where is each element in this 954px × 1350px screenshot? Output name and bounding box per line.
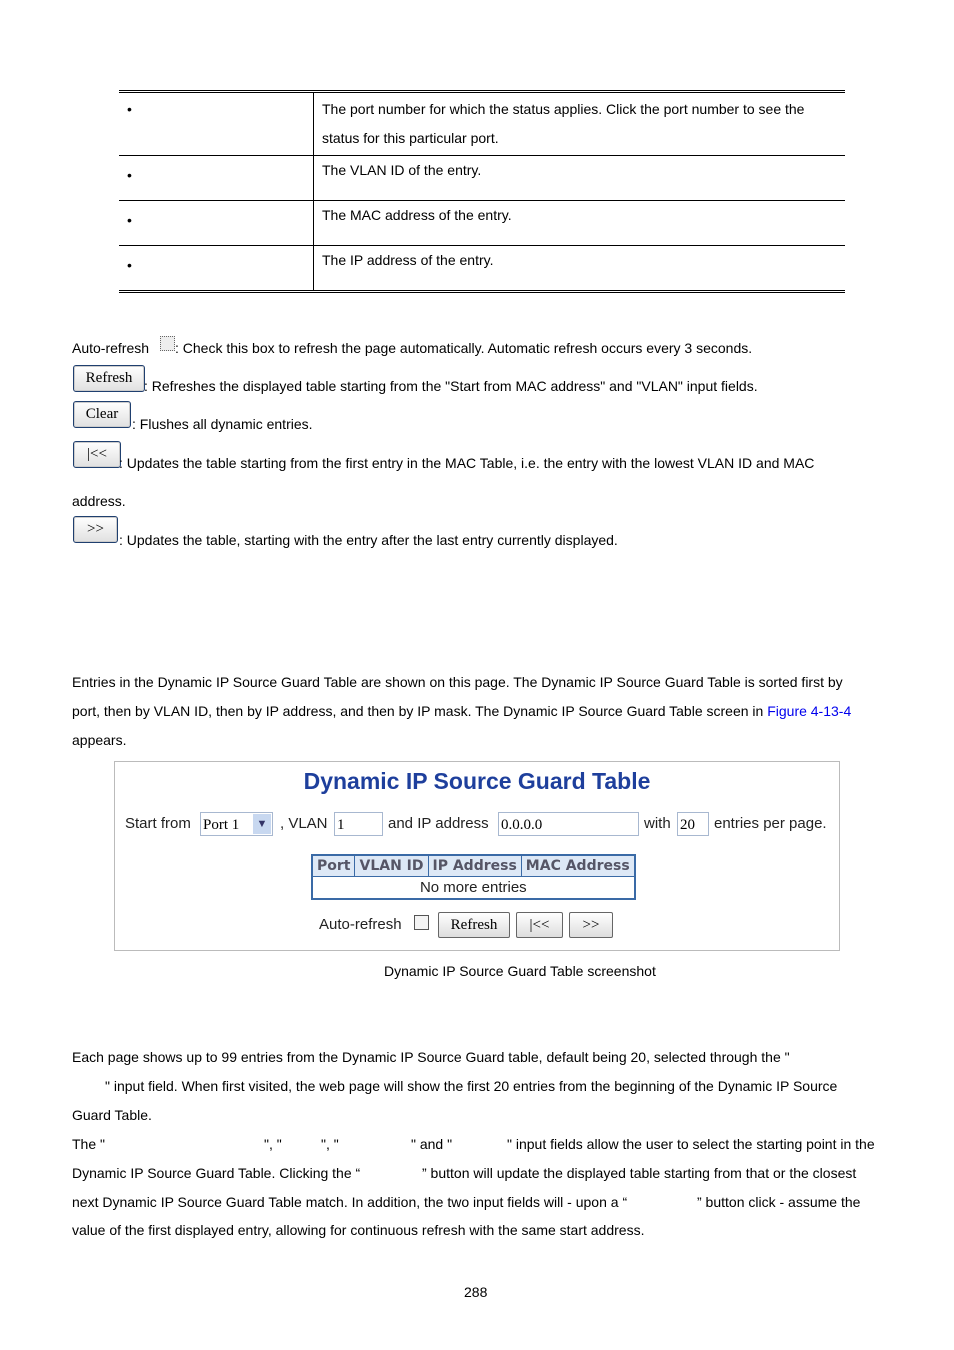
next-desc: : Updates the table, starting with the e…	[119, 532, 618, 548]
column-header: MAC Address	[520, 854, 636, 877]
first-page-button[interactable]: |<<	[73, 441, 121, 468]
body-line: value of the first displayed entry, allo…	[72, 1222, 645, 1238]
figure-link[interactable]: Figure 4-13-4	[767, 703, 851, 719]
first-desc: : Updates the table starting from the fi…	[119, 455, 815, 471]
next-page-button[interactable]: >>	[73, 516, 118, 543]
refresh-button[interactable]: Refresh	[73, 365, 145, 392]
body-text: " and "	[411, 1136, 453, 1152]
ip-label: and IP address	[388, 815, 489, 832]
entries-per-page-input[interactable]: 20	[677, 812, 709, 836]
body-text: ” button will update the displayed table…	[422, 1165, 857, 1181]
bullet: •	[119, 245, 314, 292]
intro-line: port, then by VLAN ID, then by IP addres…	[72, 703, 851, 719]
refresh-desc: : Refreshes the displayed table starting…	[144, 378, 758, 394]
bullet: •	[119, 155, 314, 201]
description: The VLAN ID of the entry.	[313, 155, 845, 201]
body-text: " input fields allow the user to select …	[507, 1136, 875, 1152]
column-header: VLAN ID	[354, 854, 429, 877]
refresh-button[interactable]: Refresh	[438, 912, 510, 938]
body-text: The "	[72, 1136, 105, 1152]
figure-caption: Dynamic IP Source Guard Table screenshot	[384, 963, 656, 979]
table-row: • The port number for which the status ap…	[119, 91, 845, 156]
panel-title: Dynamic IP Source Guard Table	[303, 768, 651, 794]
table-row: • The IP address of the entry.	[119, 245, 845, 292]
first-desc-cont: address.	[72, 493, 126, 509]
ip-input[interactable]: 0.0.0.0	[498, 812, 639, 836]
body-line: Each page shows up to 99 entries from th…	[72, 1049, 790, 1065]
port-select[interactable]: Port 1 ▼	[200, 812, 273, 836]
table-row: • The VLAN ID of the entry.	[119, 155, 845, 201]
intro-line: appears.	[72, 732, 127, 748]
auto-refresh-desc: : Check this box to refresh the page aut…	[175, 340, 753, 356]
first-page-button[interactable]: |<<	[516, 912, 563, 938]
body-text: next Dynamic IP Source Guard Table match…	[72, 1194, 628, 1210]
auto-refresh-label: Auto-refresh	[72, 340, 150, 356]
auto-refresh-label: Auto-refresh	[319, 916, 402, 933]
description: The MAC address of the entry.	[313, 200, 845, 246]
next-page-button[interactable]: >>	[569, 912, 613, 938]
intro-line: Entries in the Dynamic IP Source Guard T…	[72, 674, 843, 690]
screenshot-panel: Dynamic IP Source Guard Table Start from…	[114, 761, 840, 951]
field-description-table: • The port number for which the status ap…	[119, 90, 845, 293]
clear-desc: : Flushes all dynamic entries.	[132, 416, 313, 432]
entries-label: entries per page.	[714, 815, 827, 832]
bullet: •	[119, 200, 314, 246]
body-text: ", "	[321, 1136, 339, 1152]
body-line: Guard Table.	[72, 1107, 152, 1123]
body-line: " input field. When first visited, the w…	[105, 1078, 838, 1094]
document-page: • The port number for which the status ap…	[0, 0, 954, 1350]
ip-source-guard-table: Port VLAN ID IP Address MAC Address No more…	[311, 854, 636, 900]
auto-refresh-checkbox[interactable]	[160, 336, 175, 351]
port-value: Port 1	[203, 817, 240, 833]
chevron-down-icon: ▼	[253, 814, 271, 834]
column-header: Port	[311, 854, 356, 877]
body-text: Dynamic IP Source Guard Table. Clicking …	[72, 1165, 361, 1181]
with-label: with	[644, 815, 671, 832]
table-row: • The MAC address of the entry.	[119, 200, 845, 246]
clear-button[interactable]: Clear	[73, 401, 131, 428]
start-from-label: Start from	[125, 815, 191, 832]
description: The IP address of the entry.	[313, 245, 845, 292]
vlan-input[interactable]: 1	[334, 812, 383, 836]
intro-text: port, then by VLAN ID, then by IP addres…	[72, 703, 768, 719]
body-text: ” button click - assume the	[697, 1194, 861, 1210]
bullet: •	[119, 91, 314, 156]
empty-message: No more entries	[419, 879, 527, 896]
auto-refresh-checkbox[interactable]	[414, 915, 429, 930]
description: The port number for which the status app…	[313, 91, 845, 156]
body-text: ", "	[264, 1136, 282, 1152]
column-header: IP Address	[427, 854, 522, 877]
page-number: 288	[464, 1284, 488, 1300]
vlan-label: , VLAN	[280, 815, 328, 832]
